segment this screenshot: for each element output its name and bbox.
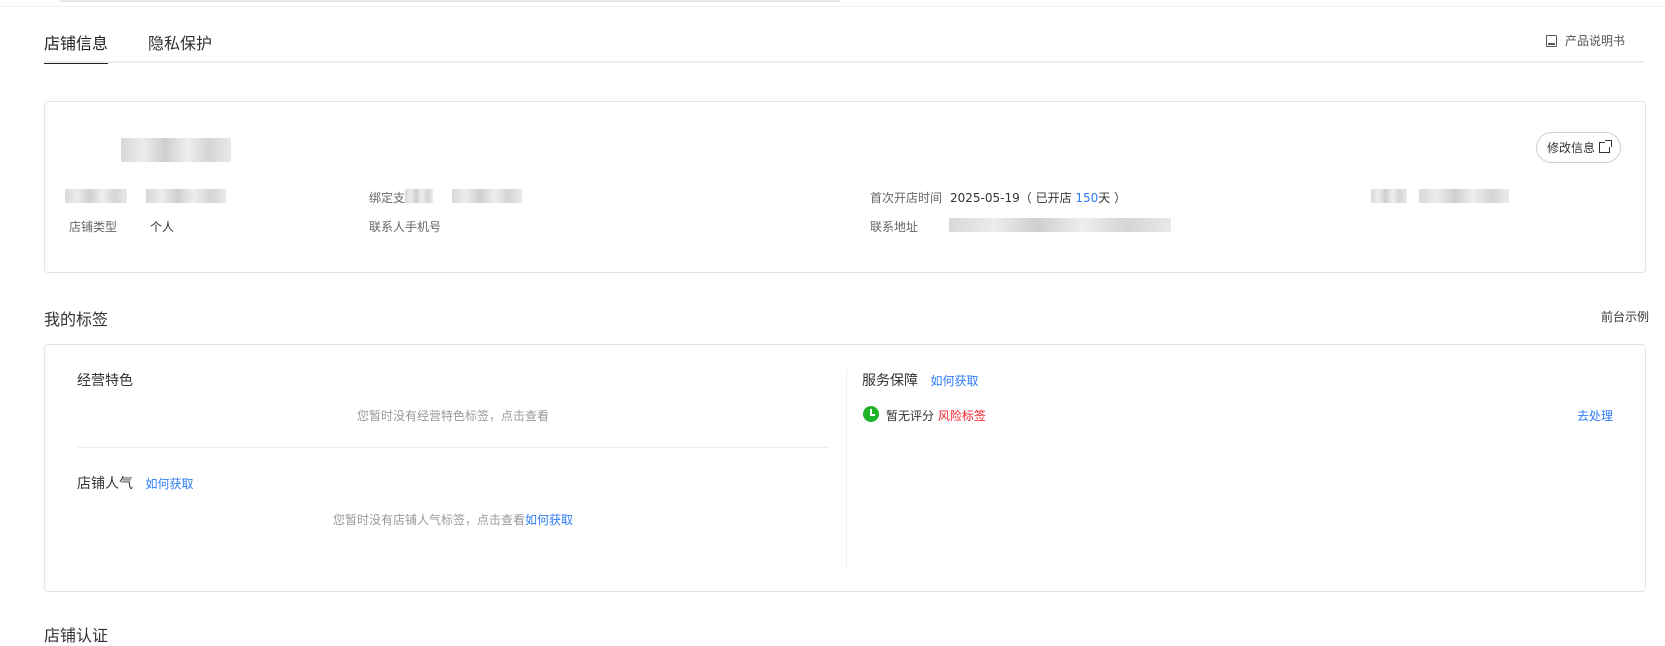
product-manual-link[interactable]: 产品说明书 — [1545, 32, 1625, 49]
business-features-empty[interactable]: 您暂时没有经营特色标签，点击查看 — [357, 407, 549, 424]
service-status-row: 暂无评分 风险标签 — [886, 407, 986, 424]
frontend-demo-link[interactable]: 前台示例 — [1601, 308, 1649, 325]
contact-address-redacted — [949, 218, 1171, 232]
shop-id-value-redacted — [146, 189, 226, 203]
extra-value-redacted — [1419, 189, 1509, 203]
top-scroll-indicator — [60, 0, 840, 2]
bind-value-redacted — [452, 189, 522, 203]
clock-icon — [863, 406, 879, 422]
external-link-icon — [1599, 140, 1612, 153]
popularity-empty-text: 您暂时没有店铺人气标签，点击查看 — [333, 513, 526, 527]
popularity-how-link[interactable]: 如何获取 — [145, 477, 193, 491]
bind-label: 绑定支 — [369, 191, 406, 205]
first-open-label: 首次开店时间 — [870, 191, 943, 205]
shop-type-label: 店铺类型 — [69, 220, 118, 234]
contact-phone-label: 联系人手机号 — [369, 220, 442, 234]
service-status: 暂无评分 — [886, 409, 935, 423]
tags-card: 经营特色 您暂时没有经营特色标签，点击查看 店铺人气 如何获取 您暂时没有店铺人… — [44, 344, 1646, 592]
service-how-link[interactable]: 如何获取 — [930, 374, 978, 388]
shop-type-value: 个人 — [150, 220, 175, 234]
product-manual-label: 产品说明书 — [1564, 34, 1625, 48]
tab-underline-track — [44, 61, 1644, 63]
cert-section-title: 店铺认证 — [44, 626, 109, 645]
top-divider — [0, 6, 1665, 7]
tab-privacy[interactable]: 隐私保护 — [148, 28, 212, 64]
open-days: 150 — [1075, 191, 1099, 205]
shop-info-card: 修改信息 绑定支 首次开店时间 2025-05-19（ 已开店 150天 ） 店… — [44, 101, 1646, 273]
bind-label-redacted — [405, 189, 433, 203]
first-open-value: 2025-05-19（ 已开店 150天 ） — [950, 189, 1126, 206]
edit-info-button[interactable]: 修改信息 — [1535, 132, 1621, 163]
process-link[interactable]: 去处理 — [1577, 407, 1613, 424]
risk-tag: 风险标签 — [937, 409, 986, 423]
business-features-title: 经营特色 — [77, 373, 133, 389]
first-open-date: 2025-05-19 — [950, 191, 1020, 205]
service-title: 服务保障 — [862, 373, 918, 389]
extra-label-redacted — [1371, 189, 1407, 203]
popularity-title: 店铺人气 — [77, 476, 133, 492]
service-title-row: 服务保障 如何获取 — [862, 370, 978, 390]
popularity-title-row: 店铺人气 如何获取 — [77, 473, 193, 493]
popularity-empty-row: 您暂时没有店铺人气标签，点击查看如何获取 — [333, 511, 573, 528]
tab-bar: 店铺信息 隐私保护 — [44, 28, 212, 64]
open-suffix: 天 ） — [1098, 191, 1127, 205]
tags-section-title: 我的标签 — [44, 310, 109, 329]
open-prefix: （ 已开店 — [1019, 191, 1076, 205]
book-icon — [1545, 34, 1557, 47]
edit-info-label: 修改信息 — [1546, 141, 1595, 155]
popularity-empty-how-link[interactable]: 如何获取 — [525, 513, 573, 527]
shop-id-label-redacted — [65, 189, 127, 203]
contact-address-label: 联系地址 — [870, 220, 919, 234]
center-divider — [846, 369, 847, 569]
shop-name-redacted — [121, 138, 231, 162]
tab-shop-info[interactable]: 店铺信息 — [44, 28, 109, 64]
left-divider — [77, 447, 829, 448]
